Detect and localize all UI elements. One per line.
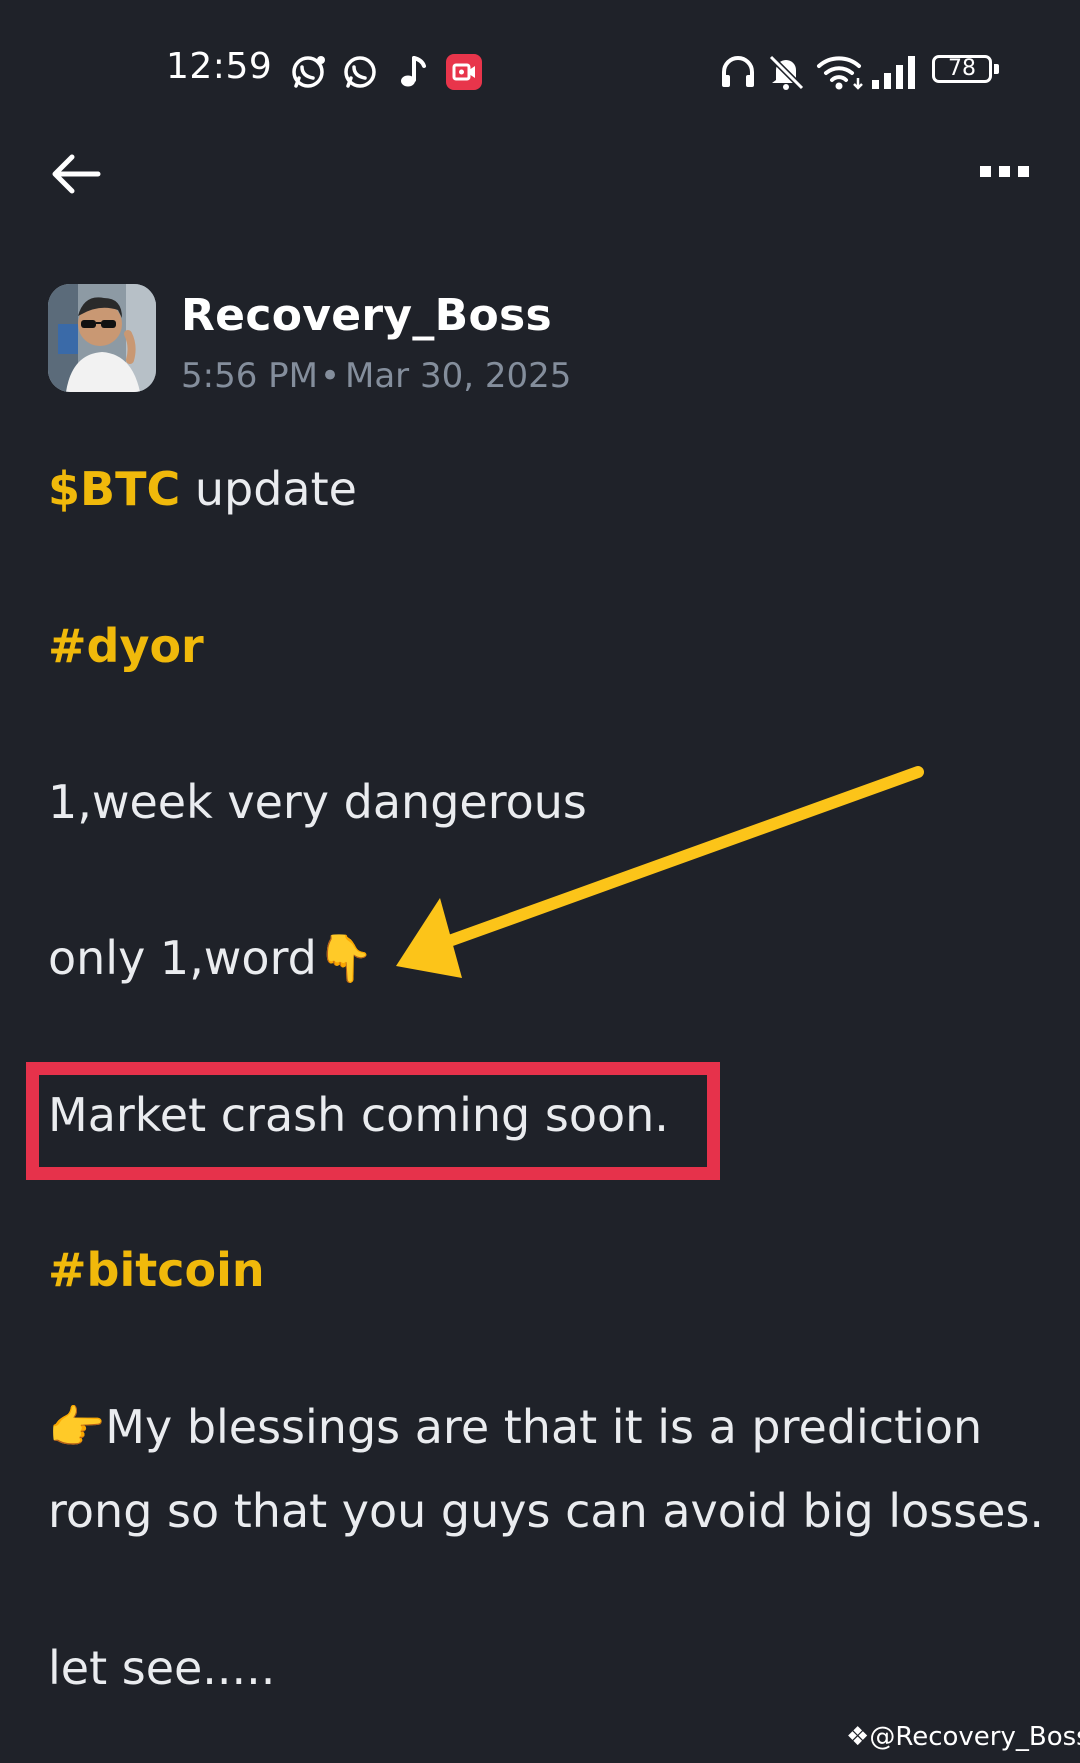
music-note-icon [401,56,426,87]
author-name[interactable]: Recovery_Boss [181,290,552,341]
post-time: 5:56 PM [181,356,318,396]
arrow-left-icon[interactable] [48,150,104,198]
avatar-image [48,284,156,392]
bell-muted-icon [768,54,805,91]
point-right-emoji: 👉 [48,1400,106,1454]
post-line-1: $BTC update [48,462,357,516]
cashtag-btc[interactable]: $BTC [48,462,180,516]
post-line-6a-text: My blessings are that it is a prediction [105,1400,983,1454]
post-line-6a: 👉My blessings are that it is a predictio… [48,1400,982,1455]
whatsapp-icon [344,56,376,88]
status-time: 12:59 [166,46,273,87]
hashtag-bitcoin[interactable]: #bitcoin [48,1243,265,1297]
battery-tip [994,64,999,74]
point-down-emoji: 👇 [316,931,375,985]
post-line-7: let see..... [48,1641,276,1695]
binance-logo-icon: ❖ [846,1722,870,1752]
post-line-4: only 1,word👇 [48,931,374,986]
post-date: Mar 30, 2025 [345,356,572,396]
hashtag-dyor[interactable]: #dyor [48,619,204,673]
post-line-6b: rong so that you guys can avoid big loss… [48,1484,1045,1538]
battery-icon: 78 [932,55,992,83]
post-line-4-text: only 1,word [48,931,317,985]
screen-record-icon [446,54,482,90]
more-dots-icon[interactable] [978,160,1032,184]
signal-icon [872,56,915,89]
avatar[interactable] [48,284,156,392]
highlighted-line: Market crash coming soon. [48,1088,669,1142]
whatsapp-business-icon [292,56,325,88]
headphones-icon [722,56,754,87]
watermark-text: @Recovery_Boss [869,1722,1080,1752]
annotation-arrow [396,766,924,978]
watermark: ❖@Recovery_Boss [846,1722,1080,1752]
post-line-1-text: update [194,462,357,516]
wifi-icon [817,56,863,90]
meta-separator: • [320,356,341,396]
